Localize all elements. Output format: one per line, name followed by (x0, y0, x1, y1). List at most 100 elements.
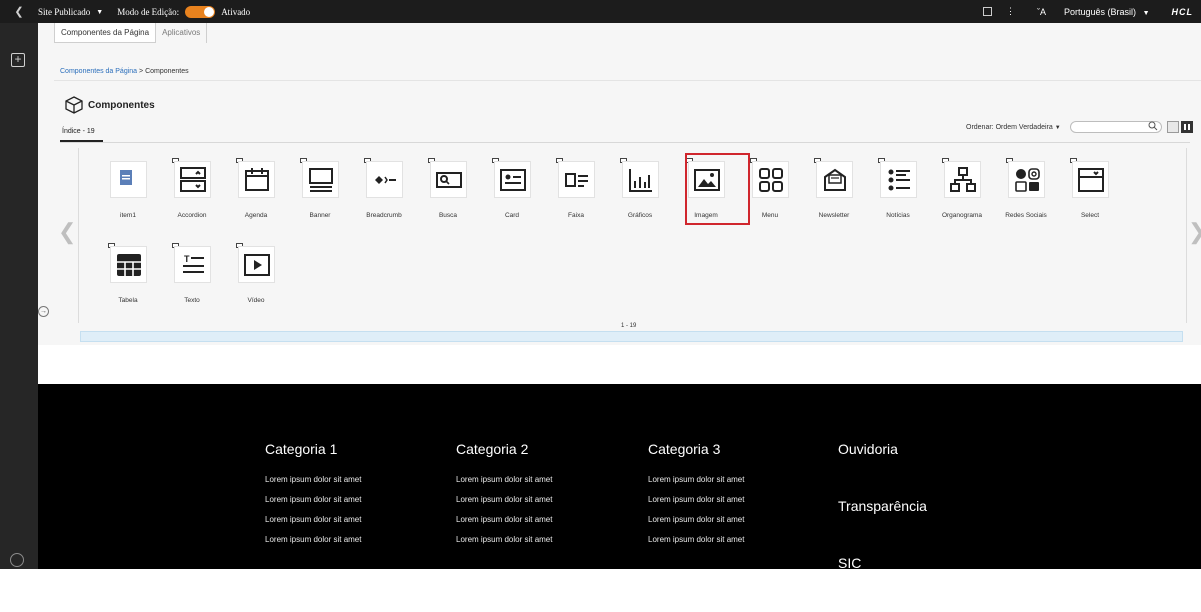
component-tile-label: Texto (184, 297, 200, 304)
component-tile-label: item1 (120, 212, 136, 219)
component-tile-box[interactable] (752, 161, 789, 198)
cube-icon (65, 96, 83, 114)
svg-text:T: T (184, 254, 190, 264)
top-toolbar-right: ⋮ ˇA Português (Brasil) ▼ HCL (969, 0, 1201, 23)
footer-link[interactable]: Lorem ipsum dolor sit amet (265, 495, 361, 515)
news-list-icon (888, 169, 910, 190)
expand-arrow-icon[interactable]: → (38, 306, 49, 317)
tab-page-components[interactable]: Componentes da Página (54, 23, 157, 43)
footer-link-ouvidoria[interactable]: Ouvidoria (838, 441, 927, 457)
panel-tabs: Componentes da Página Aplicativos (54, 23, 208, 43)
edit-mode: Modo de Edição: Ativado (117, 5, 251, 18)
chevron-down-icon: ▼ (1054, 125, 1061, 131)
list-view-icon[interactable] (1167, 121, 1179, 133)
component-tile-label: Banner (309, 212, 331, 219)
footer-link[interactable]: Lorem ipsum dolor sit amet (456, 515, 552, 535)
calendar-icon[interactable] (983, 7, 993, 16)
footer-link[interactable]: Lorem ipsum dolor sit amet (456, 475, 552, 495)
component-tile-box[interactable] (816, 161, 853, 198)
footer-side-links: Ouvidoria Transparência SIC (838, 441, 927, 612)
language-selector[interactable]: Português (Brasil) ▼ (1050, 7, 1149, 17)
component-tile-box[interactable] (558, 161, 595, 198)
component-tile-box[interactable] (110, 161, 147, 198)
component-tile-box[interactable] (1072, 161, 1109, 198)
component-tile-box[interactable] (494, 161, 531, 198)
component-tile-label: Card (504, 212, 520, 219)
edit-mode-label: Modo de Edição: (117, 6, 180, 17)
chevron-down-icon: ▼ (1142, 9, 1150, 17)
sort-dropdown[interactable]: Ordenar: Ordem Verdadeira ▼ (966, 124, 1061, 131)
add-icon[interactable]: + (11, 53, 25, 67)
footer-link-transparencia[interactable]: Transparência (838, 498, 927, 514)
component-tile-box[interactable] (1008, 161, 1045, 198)
pager-text: 1 - 19 (621, 323, 637, 329)
globe-icon[interactable] (10, 553, 24, 567)
pager-bar (80, 331, 1183, 342)
more-vertical-icon[interactable]: ⋮ (1006, 6, 1015, 17)
divider (54, 80, 1201, 81)
component-tile-box[interactable] (622, 161, 659, 198)
language-label: Português (Brasil) (1064, 6, 1137, 17)
next-page-icon[interactable]: ❯ (1188, 219, 1201, 245)
footer-column: Categoria 1 Lorem ipsum dolor sit amet L… (265, 441, 361, 555)
selection-highlight (685, 153, 750, 225)
video-icon (243, 253, 270, 276)
site-footer: Categoria 1 Lorem ipsum dolor sit amet L… (38, 384, 1201, 571)
component-tile-box[interactable]: T (174, 246, 211, 283)
tab-index[interactable]: Índice - 19 (62, 128, 95, 135)
tab-applications[interactable]: Aplicativos (156, 23, 208, 43)
component-tile-box[interactable] (944, 161, 981, 198)
org-chart-icon (949, 166, 976, 192)
table-icon (116, 253, 141, 276)
accordion-icon (179, 166, 206, 192)
footer-column-title: Categoria 3 (648, 441, 721, 457)
prev-page-icon[interactable]: ❮ (58, 219, 76, 245)
site-status-dropdown[interactable]: Site Publicado ▼ (38, 7, 103, 17)
translate-icon: ˇA (1037, 6, 1047, 17)
calendar-icon (244, 167, 269, 191)
footer-link[interactable]: Lorem ipsum dolor sit amet (265, 535, 361, 555)
component-tile-box[interactable] (110, 246, 147, 283)
social-icon (1014, 167, 1040, 192)
breadcrumb-root-link[interactable]: Componentes da Página (60, 68, 137, 75)
strip-icon (564, 172, 588, 187)
footer-column-title: Categoria 2 (456, 441, 529, 457)
chevron-left-icon[interactable]: ❮ (0, 0, 38, 23)
footer-link[interactable]: Lorem ipsum dolor sit amet (265, 515, 361, 535)
component-tile-label: Select (1080, 212, 1100, 219)
edit-mode-state: Ativado (221, 6, 251, 17)
component-tile-label: Gráficos (627, 212, 653, 219)
component-tile-label: Redes Sociais (1005, 212, 1047, 219)
component-tile-label: Organograma (941, 212, 983, 219)
divider (60, 142, 1190, 143)
component-tile-box[interactable] (302, 161, 339, 198)
component-tile-label: Newsletter (818, 212, 850, 219)
edit-mode-toggle[interactable] (185, 5, 216, 18)
component-tile-box[interactable] (238, 246, 275, 283)
search-bar-icon (435, 171, 462, 188)
footer-column: Categoria 2 Lorem ipsum dolor sit amet L… (456, 441, 552, 555)
component-tile-box[interactable] (366, 161, 403, 198)
site-status-label: Site Publicado (38, 6, 91, 17)
footer-link[interactable]: Lorem ipsum dolor sit amet (456, 495, 552, 515)
footer-link[interactable]: Lorem ipsum dolor sit amet (456, 535, 552, 555)
component-tile-label: Breadcrumb (366, 212, 402, 219)
hcl-logo: HCL (1171, 6, 1193, 17)
component-tile-label: Faixa (568, 212, 584, 219)
component-tile-box[interactable] (174, 161, 211, 198)
footer-link[interactable]: Lorem ipsum dolor sit amet (648, 515, 744, 535)
footer-link[interactable]: Lorem ipsum dolor sit amet (648, 535, 744, 555)
component-tile-label: Notícias (886, 212, 910, 219)
component-tile-box[interactable] (880, 161, 917, 198)
component-tile-box[interactable] (430, 161, 467, 198)
footer-link[interactable]: Lorem ipsum dolor sit amet (648, 475, 744, 495)
page-title-text: Componentes (88, 99, 155, 111)
component-tile-box[interactable] (238, 161, 275, 198)
breadcrumb: Componentes da Página > Componentes (60, 68, 189, 75)
search-icon[interactable] (1148, 121, 1158, 131)
grid-view-icon[interactable] (1181, 121, 1193, 133)
footer-link[interactable]: Lorem ipsum dolor sit amet (648, 495, 744, 515)
component-tile-label: Vídeo (247, 297, 265, 304)
card-icon (499, 168, 526, 191)
footer-link[interactable]: Lorem ipsum dolor sit amet (265, 475, 361, 495)
